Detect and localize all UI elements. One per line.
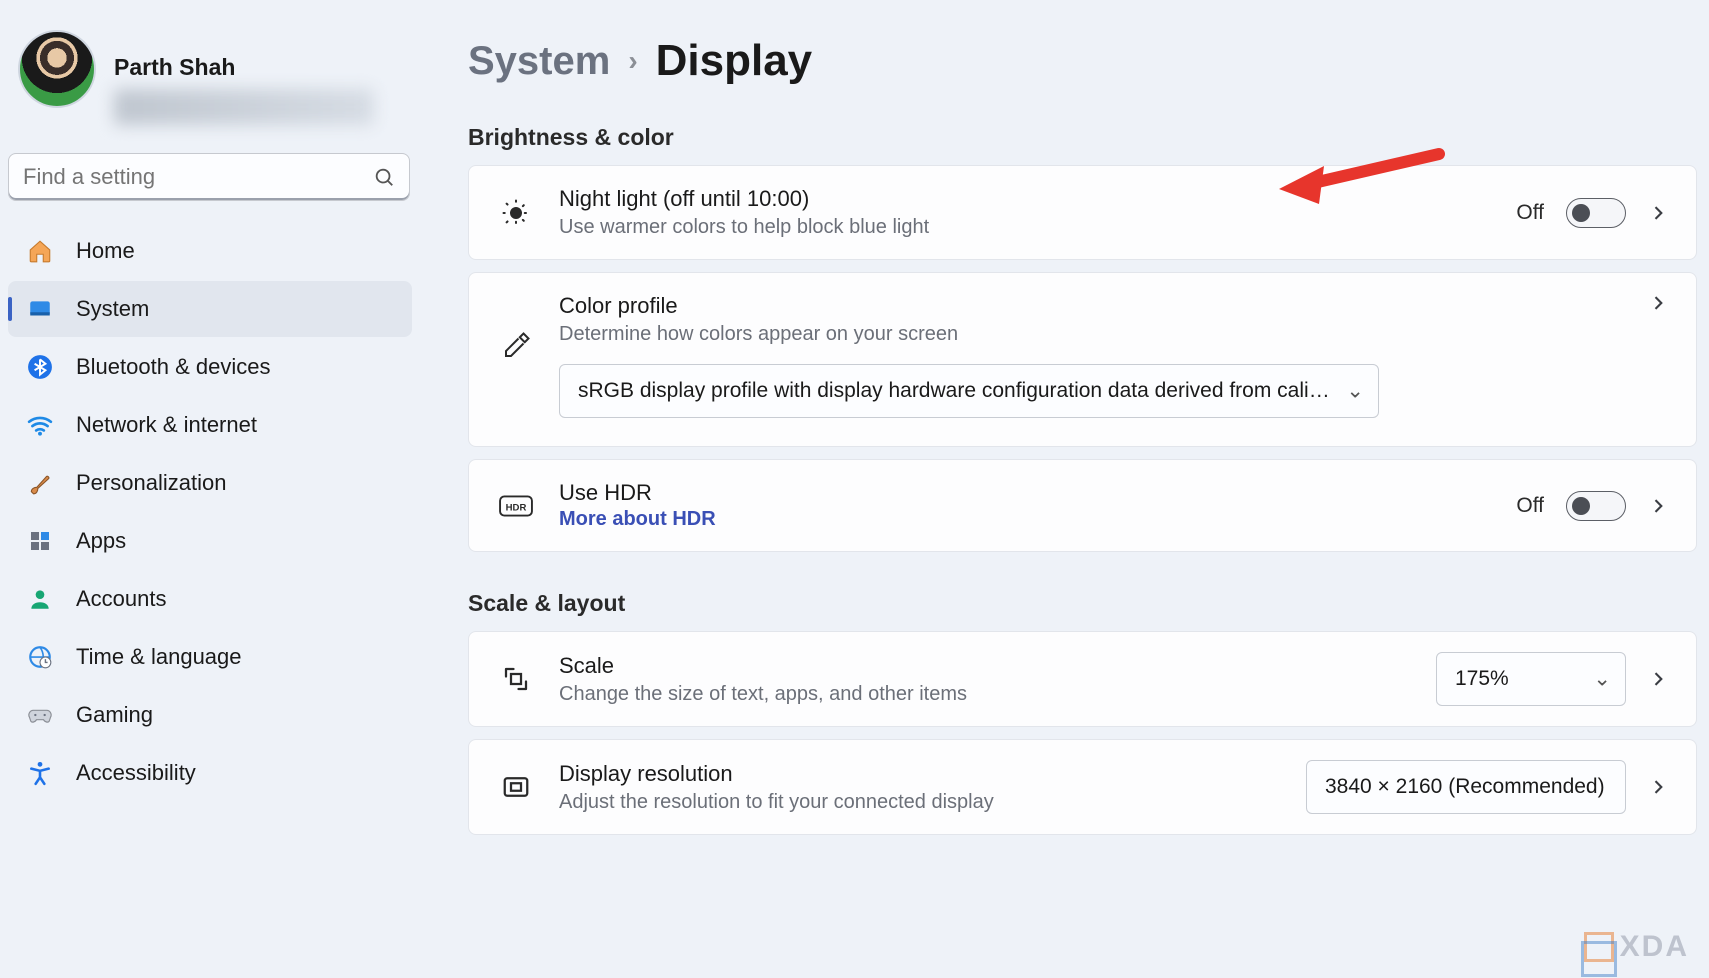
profile-name: Parth Shah: [114, 54, 374, 81]
bluetooth-icon: [26, 353, 54, 381]
chevron-right-icon[interactable]: [1648, 496, 1668, 516]
breadcrumb-current: Display: [656, 36, 813, 86]
nav-home[interactable]: Home: [8, 223, 412, 279]
scale-card[interactable]: Scale Change the size of text, apps, and…: [468, 631, 1697, 727]
scale-icon: [499, 662, 533, 696]
nav-gaming[interactable]: Gaming: [8, 687, 412, 743]
nav-apps[interactable]: Apps: [8, 513, 412, 569]
hdr-toggle[interactable]: [1566, 491, 1626, 521]
nav-label: Accessibility: [76, 760, 196, 786]
resolution-dropdown[interactable]: 3840 × 2160 (Recommended): [1306, 760, 1626, 814]
avatar: [18, 30, 96, 108]
chevron-right-icon: ›: [628, 45, 637, 77]
nav-label: Home: [76, 238, 135, 264]
resolution-title: Display resolution: [559, 761, 1280, 787]
globe-clock-icon: [26, 643, 54, 671]
apps-icon: [26, 527, 54, 555]
watermark: XDA: [1584, 930, 1689, 964]
watermark-icon: [1584, 932, 1614, 962]
nav-label: Personalization: [76, 470, 226, 496]
nav-label: Time & language: [76, 644, 242, 670]
hdr-card[interactable]: HDR Use HDR More about HDR Off: [468, 459, 1697, 552]
color-profile-subtitle: Determine how colors appear on your scre…: [559, 323, 1622, 346]
brightness-icon: [499, 196, 533, 230]
nav-network[interactable]: Network & internet: [8, 397, 412, 453]
breadcrumb-parent[interactable]: System: [468, 39, 610, 84]
night-light-subtitle: Use warmer colors to help block blue lig…: [559, 216, 1490, 239]
nav-accessibility[interactable]: Accessibility: [8, 745, 412, 801]
hdr-title: Use HDR: [559, 480, 1490, 506]
person-icon: [26, 585, 54, 613]
chevron-right-icon[interactable]: [1648, 777, 1668, 797]
scale-subtitle: Change the size of text, apps, and other…: [559, 683, 1410, 706]
nav-personalization[interactable]: Personalization: [8, 455, 412, 511]
color-profile-title: Color profile: [559, 293, 1622, 319]
watermark-text: XDA: [1620, 930, 1689, 964]
breadcrumb: System › Display: [468, 36, 1709, 86]
color-profile-card[interactable]: Color profile Determine how colors appea…: [468, 272, 1697, 447]
section-brightness-title: Brightness & color: [468, 124, 1709, 151]
nav-system[interactable]: System: [8, 281, 412, 337]
home-icon: [26, 237, 54, 265]
chevron-right-icon[interactable]: [1648, 293, 1668, 313]
hdr-state: Off: [1516, 494, 1544, 518]
chevron-right-icon[interactable]: [1648, 203, 1668, 223]
accessibility-icon: [26, 759, 54, 787]
wifi-icon: [26, 411, 54, 439]
resolution-value: 3840 × 2160 (Recommended): [1325, 775, 1605, 798]
scale-dropdown[interactable]: 175% ⌄: [1436, 652, 1626, 706]
main-content: System › Display Brightness & color Nigh…: [420, 0, 1709, 978]
nav-time[interactable]: Time & language: [8, 629, 412, 685]
hdr-icon: HDR: [499, 489, 533, 523]
nav-accounts[interactable]: Accounts: [8, 571, 412, 627]
night-light-state: Off: [1516, 201, 1544, 225]
scale-title: Scale: [559, 653, 1410, 679]
search-input[interactable]: [23, 164, 373, 190]
scale-value: 175%: [1455, 667, 1509, 690]
nav-label: Accounts: [76, 586, 167, 612]
search-box[interactable]: [8, 153, 410, 201]
night-light-title: Night light (off until 10:00): [559, 186, 1490, 212]
nav-label: Network & internet: [76, 412, 257, 438]
svg-text:HDR: HDR: [506, 502, 527, 513]
section-scale-title: Scale & layout: [468, 590, 1709, 617]
sidebar: Parth Shah Home System Bluetooth & devic…: [0, 0, 420, 978]
profile-block[interactable]: Parth Shah: [8, 24, 420, 153]
resolution-subtitle: Adjust the resolution to fit your connec…: [559, 791, 1280, 814]
chevron-right-icon[interactable]: [1648, 669, 1668, 689]
color-profile-dropdown[interactable]: sRGB display profile with display hardwa…: [559, 364, 1379, 418]
brush-icon: [26, 469, 54, 497]
nav-list: Home System Bluetooth & devices Network …: [8, 223, 420, 801]
nav-label: Apps: [76, 528, 126, 554]
nav-label: Gaming: [76, 702, 153, 728]
night-light-card[interactable]: Night light (off until 10:00) Use warmer…: [468, 165, 1697, 260]
night-light-toggle[interactable]: [1566, 198, 1626, 228]
color-profile-value: sRGB display profile with display hardwa…: [578, 379, 1350, 402]
system-icon: [26, 295, 54, 323]
chevron-down-icon: ⌄: [1593, 667, 1611, 692]
profile-email-redacted: [114, 89, 374, 125]
search-icon: [373, 166, 395, 188]
resolution-icon: [499, 770, 533, 804]
nav-bluetooth[interactable]: Bluetooth & devices: [8, 339, 412, 395]
chevron-down-icon: ⌄: [1346, 379, 1364, 404]
nav-label: Bluetooth & devices: [76, 354, 270, 380]
gamepad-icon: [26, 701, 54, 729]
hdr-learn-more-link[interactable]: More about HDR: [559, 508, 1490, 531]
resolution-card[interactable]: Display resolution Adjust the resolution…: [468, 739, 1697, 835]
nav-label: System: [76, 296, 149, 322]
eyedropper-icon: [499, 329, 533, 363]
